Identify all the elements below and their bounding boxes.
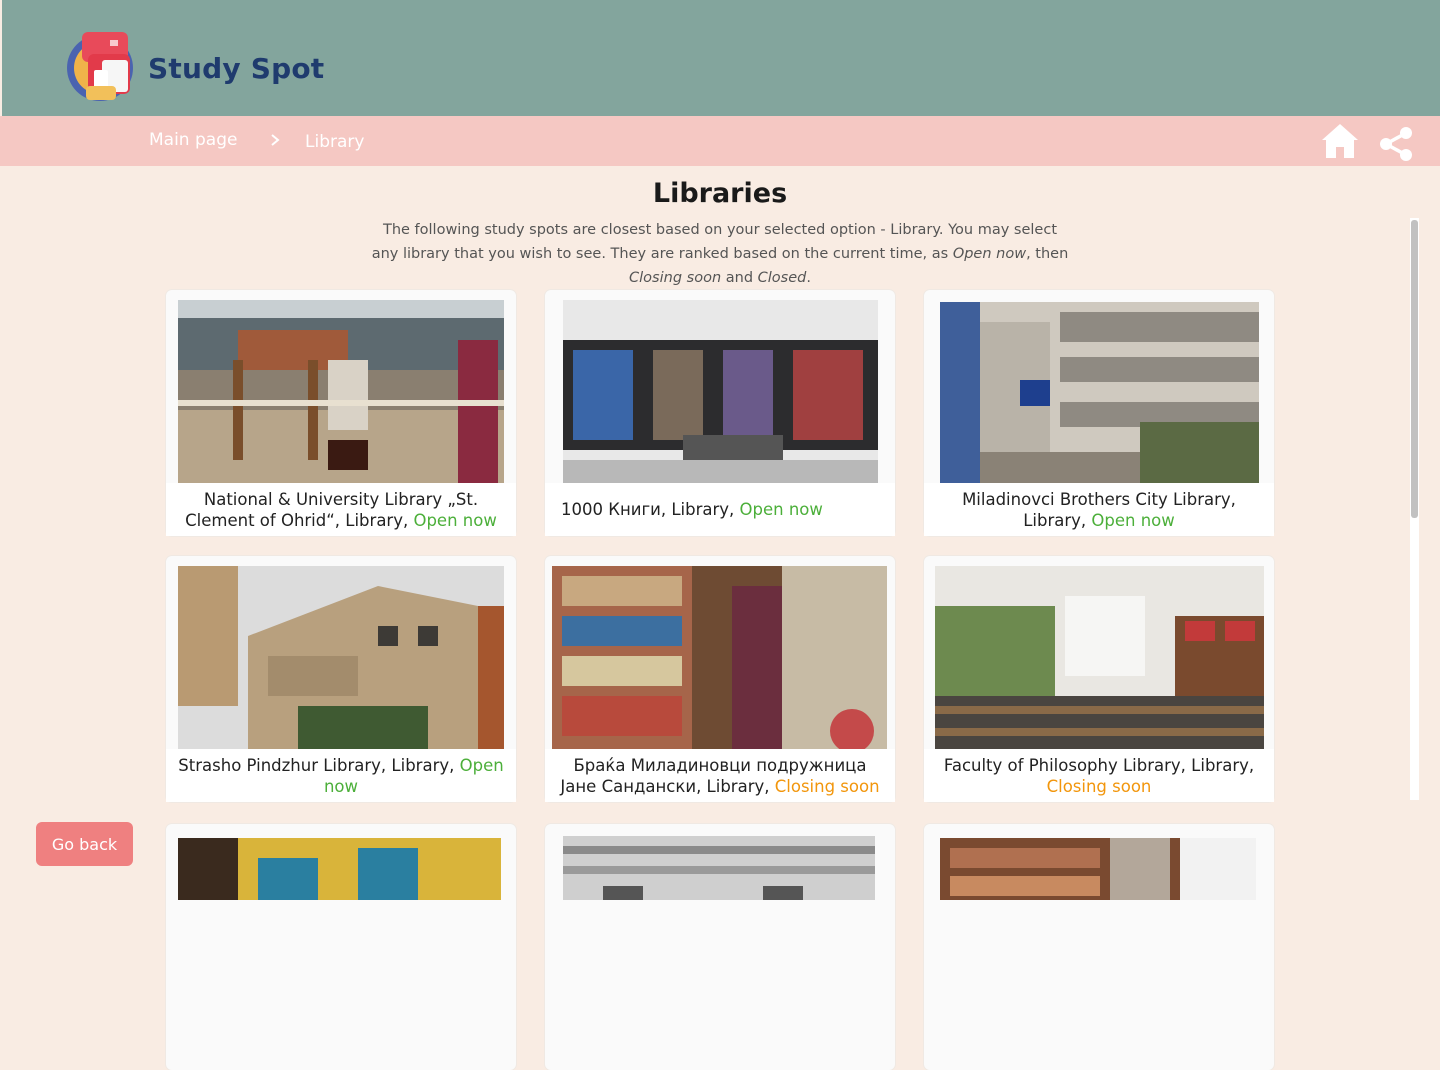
library-name: 1000 Книги, Library, <box>561 500 740 519</box>
library-card[interactable] <box>166 824 516 1070</box>
library-photo <box>552 566 887 749</box>
share-icon[interactable] <box>1378 126 1414 162</box>
library-photo <box>940 838 1256 900</box>
home-icon[interactable] <box>1320 122 1360 160</box>
status-badge: Open now <box>413 510 497 530</box>
page-description: The following study spots are closest ba… <box>371 222 1069 286</box>
breadcrumb: Main page Library <box>0 116 1440 166</box>
library-card[interactable]: 1000 Книги, Library, Open now <box>545 290 895 536</box>
library-card[interactable]: National & University Library „St. Cleme… <box>166 290 516 536</box>
library-card[interactable] <box>545 824 895 1070</box>
brand-name: Study Spot <box>148 52 325 85</box>
library-card-caption: 1000 Книги, Library, Open now <box>545 483 895 536</box>
chevron-right-icon <box>271 134 280 146</box>
library-card[interactable]: Miladinovci Brothers City Library, Libra… <box>924 290 1274 536</box>
page-title: Libraries <box>652 178 788 209</box>
library-card-caption: Miladinovci Brothers City Library, Libra… <box>924 483 1274 536</box>
library-card-caption: National & University Library „St. Cleme… <box>166 483 516 536</box>
library-card[interactable] <box>924 824 1274 1070</box>
brand-logo[interactable]: Study Spot <box>66 26 324 106</box>
library-photo <box>178 566 504 749</box>
status-badge: Closing soon <box>774 776 880 796</box>
library-photo <box>940 302 1259 483</box>
backpack-logo-icon <box>67 32 133 101</box>
status-badge: Open now <box>739 500 823 519</box>
library-name: Strasho Pindzhur Library, Library, <box>178 755 460 775</box>
library-photo <box>178 838 501 900</box>
library-card[interactable]: Браќа Миладиновци подружница Јане Сандан… <box>545 556 895 802</box>
library-card-caption: Браќа Миладиновци подружница Јане Сандан… <box>545 749 895 802</box>
library-name: Faculty of Philosophy Library, Library, <box>943 755 1255 775</box>
library-card-caption: Faculty of Philosophy Library, Library, … <box>924 749 1274 802</box>
library-card-caption: Strasho Pindzhur Library, Library, Open … <box>166 749 516 802</box>
library-card[interactable]: Faculty of Philosophy Library, Library, … <box>924 556 1274 802</box>
library-photo <box>178 300 504 483</box>
breadcrumb-current: Library <box>305 132 365 152</box>
library-photo <box>935 566 1264 749</box>
scrollbar-thumb[interactable] <box>1411 220 1418 518</box>
library-photo <box>563 300 878 483</box>
library-photo <box>563 836 875 900</box>
app-header: Study Spot <box>2 0 1440 116</box>
go-back-button[interactable]: Go back <box>36 822 133 866</box>
status-badge: Open now <box>1091 510 1175 530</box>
breadcrumb-main-page[interactable]: Main page <box>149 130 237 150</box>
status-badge: Closing soon <box>1046 776 1152 796</box>
library-card[interactable]: Strasho Pindzhur Library, Library, Open … <box>166 556 516 802</box>
